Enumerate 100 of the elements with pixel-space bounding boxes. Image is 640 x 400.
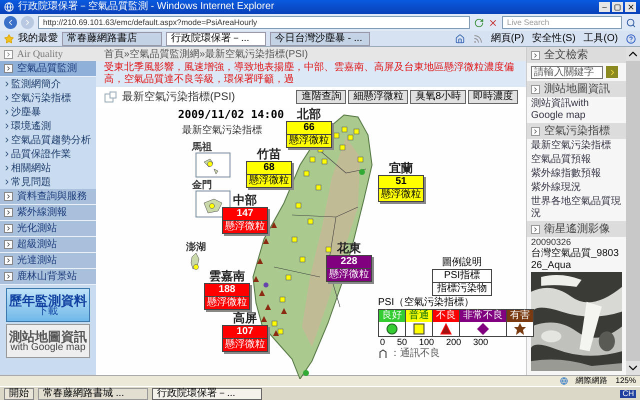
- sidebar-section-header[interactable]: 光化測站: [0, 221, 96, 237]
- menu-item[interactable]: 網頁(P): [490, 31, 524, 46]
- browser-tab[interactable]: 行政院環保署－...: [166, 32, 266, 46]
- sidebar-item[interactable]: 環境遙測: [0, 119, 96, 133]
- region-index-badge[interactable]: 68 懸浮微粒: [246, 161, 292, 188]
- legend-category-label: 不良: [433, 310, 459, 322]
- filter-button[interactable]: 進階查詢: [296, 90, 346, 104]
- minimize-button[interactable]: [599, 2, 610, 12]
- sidebar-section-header[interactable]: 紫外線測報: [0, 205, 96, 221]
- triangle-icon: [440, 323, 452, 335]
- region-name: 雲嘉南: [209, 269, 245, 283]
- language-indicator[interactable]: CH: [620, 390, 636, 398]
- region-name: 中部: [233, 193, 257, 207]
- taskbar-button[interactable]: 常春藤網路書城 ...: [38, 388, 148, 400]
- bullet-icon: [3, 164, 11, 172]
- chevron-icon: [4, 192, 13, 201]
- bullet-icon: [3, 136, 11, 144]
- filter-button[interactable]: 臭氧8小時: [410, 90, 466, 104]
- page-title: 最新空氣污染指標(PSI): [122, 90, 236, 105]
- scale-label: 100: [419, 337, 434, 348]
- region-index-badge[interactable]: 107 懸浮微粒: [222, 325, 268, 352]
- chevron-icon: [531, 50, 540, 60]
- sidebar-item[interactable]: 沙塵暴: [0, 105, 96, 119]
- filter-button[interactable]: 即時濃度: [468, 90, 518, 104]
- download-banner[interactable]: 歷年監測資料 下載: [6, 288, 90, 322]
- panel-header: 測站地圖資訊: [527, 81, 626, 97]
- chevron-icon: [4, 272, 13, 281]
- maximize-button[interactable]: [612, 2, 623, 12]
- scale-label: 0: [380, 337, 386, 348]
- sidebar-item[interactable]: 空氣品質趨勢分析: [0, 133, 96, 147]
- scale-label: 300: [473, 337, 488, 348]
- help-icon[interactable]: [626, 34, 636, 44]
- island-label: 馬祖: [192, 140, 212, 155]
- panel-link[interactable]: 空氣品質預報: [527, 153, 626, 167]
- region-name: 宜蘭: [389, 161, 413, 175]
- chevron-icon: [531, 84, 540, 94]
- sidebar-section-header[interactable]: 光達測站: [0, 253, 96, 269]
- panel-link[interactable]: 紫外線指數預報: [527, 167, 626, 181]
- square-icon: [413, 323, 425, 335]
- panel-link[interactable]: 測站資訊with Google map: [527, 97, 626, 123]
- panel-link[interactable]: 紫外線現況: [527, 181, 626, 195]
- scroll-up-icon[interactable]: [626, 47, 640, 61]
- scroll-down-icon[interactable]: [626, 361, 640, 375]
- scrollbar[interactable]: [626, 47, 640, 375]
- close-button[interactable]: [625, 2, 636, 12]
- sidebar-section-header[interactable]: 鹿林山背景站: [0, 269, 96, 285]
- zone-label: 網際網路: [576, 377, 608, 385]
- start-button[interactable]: 開始: [4, 388, 34, 400]
- star-icon[interactable]: [4, 34, 14, 44]
- sidebar-item[interactable]: 空氣污染指標: [0, 91, 96, 105]
- star-icon: [514, 323, 526, 335]
- region-index-badge[interactable]: 228 懸浮微粒: [326, 255, 372, 282]
- chevron-icon: [4, 240, 13, 249]
- panel-link[interactable]: 世界各地空氣品質現況: [527, 195, 626, 221]
- back-button[interactable]: [4, 16, 17, 29]
- taskbar-button[interactable]: 行政院環保署－...: [152, 388, 262, 400]
- region-index-badge[interactable]: 66 懸浮微粒: [286, 121, 332, 148]
- sidebar-section-header[interactable]: 超級測站: [0, 237, 96, 253]
- filter-button[interactable]: 細懸浮微粒: [348, 90, 408, 104]
- region-index-badge[interactable]: 51 懸浮微粒: [378, 175, 424, 202]
- chevron-icon: [4, 224, 13, 233]
- menu-item[interactable]: 工具(O): [584, 31, 618, 46]
- browser-tab[interactable]: 今日台灣沙塵暴 - ...: [270, 32, 370, 46]
- menu-item[interactable]: 安全性(S): [532, 31, 576, 46]
- browser-tab[interactable]: 常春藤網路書店: [62, 32, 162, 46]
- sidebar-item[interactable]: 常見問題: [0, 175, 96, 189]
- home-icon[interactable]: [454, 34, 465, 44]
- favorites-link[interactable]: 我的最愛: [18, 31, 58, 46]
- timestamp: 2009/11/02 14:00: [178, 107, 284, 123]
- sidebar-header: Air Quality: [0, 47, 96, 61]
- window-title: 行政院環保署－空氣品質監測 - Windows Internet Explorer: [18, 2, 274, 12]
- chevron-icon: [4, 256, 13, 265]
- zoom-level[interactable]: 125%: [616, 377, 636, 385]
- bullet-icon: [3, 94, 11, 102]
- island-label: 金門: [192, 178, 212, 193]
- psi-legend-title: PSI（空氣污染指標）: [378, 297, 476, 309]
- address-field[interactable]: http://210.69.101.63/emc/default.aspx?mode=PsiAreaHourly: [38, 16, 470, 29]
- stop-icon[interactable]: [488, 18, 498, 28]
- region-name: 高屏: [233, 311, 257, 325]
- search-icon[interactable]: [626, 18, 636, 28]
- sidebar-item[interactable]: 品質保證作業: [0, 147, 96, 161]
- sidebar-item[interactable]: 相關網站: [0, 161, 96, 175]
- keyword-field[interactable]: 請輸入關鍵字: [531, 66, 603, 78]
- maximize-icon: [614, 4, 621, 10]
- island-label: 澎湖: [186, 240, 206, 255]
- panel-header: 衛星遙測影像: [527, 221, 626, 237]
- map-banner[interactable]: 測站地圖資訊 with Google map: [6, 324, 90, 358]
- sidebar-section-header[interactable]: 資料查詢與服務: [0, 189, 96, 205]
- region-index-badge[interactable]: 188 懸浮微粒: [204, 283, 250, 310]
- browser-icon: [4, 2, 14, 12]
- refresh-icon[interactable]: [474, 18, 484, 28]
- sidebar-section-header[interactable]: 空氣品質監測: [0, 61, 96, 77]
- feed-icon[interactable]: [472, 34, 483, 44]
- chevron-icon: [4, 208, 13, 217]
- region-name: 竹苗: [257, 147, 281, 161]
- panel-link[interactable]: 最新空氣污染指標: [527, 139, 626, 153]
- region-index-badge[interactable]: 147 懸浮微粒: [222, 207, 268, 234]
- legend-category-label: 普通: [406, 310, 432, 322]
- sidebar-item[interactable]: 監測網簡介: [0, 77, 96, 91]
- bullet-icon: [3, 150, 11, 158]
